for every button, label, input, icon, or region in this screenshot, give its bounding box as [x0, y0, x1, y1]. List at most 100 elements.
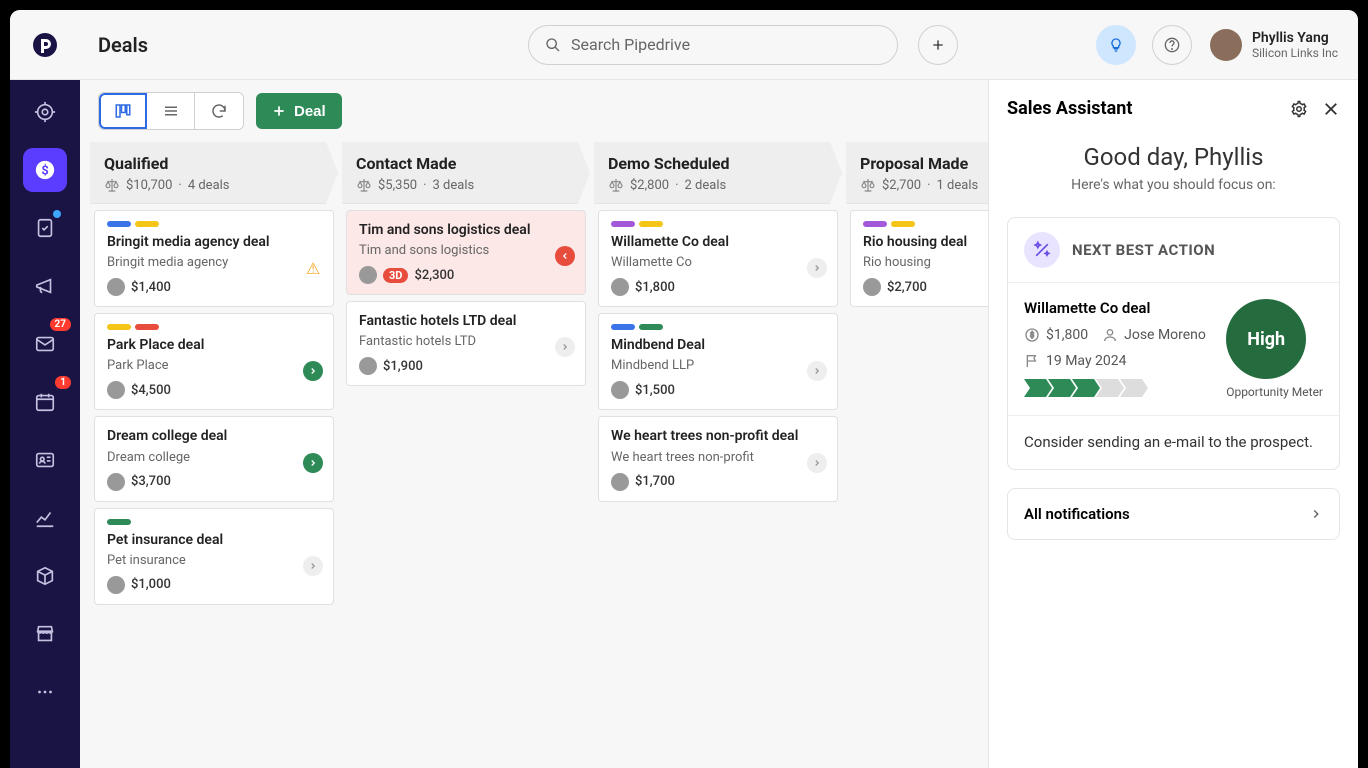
owner-avatar [107, 381, 125, 399]
refresh-icon [210, 102, 228, 120]
money-icon: $ [1024, 327, 1040, 343]
nav-contacts[interactable] [23, 438, 67, 482]
deal-title: Mindbend Deal [611, 336, 825, 354]
deal-card[interactable]: Tim and sons logistics deal Tim and sons… [346, 210, 586, 295]
deal-title: We heart trees non-profit deal [611, 427, 825, 445]
column-count: 2 deals [685, 178, 727, 193]
nba-date: 19 May 2024 [1046, 353, 1127, 369]
target-icon [34, 101, 56, 123]
deal-card[interactable]: Pet insurance deal Pet insurance $1,000 [94, 508, 334, 605]
deal-org: Fantastic hotels LTD [359, 334, 573, 349]
deal-org: Mindbend LLP [611, 358, 825, 373]
sidebar: $ 27 1 [10, 80, 80, 768]
deal-card[interactable]: Fantastic hotels LTD deal Fantastic hote… [346, 301, 586, 386]
owner-avatar [359, 266, 377, 284]
view-list[interactable] [147, 93, 195, 129]
deal-value: $1,800 [635, 280, 675, 295]
column-total: $10,700 [126, 178, 172, 193]
settings-icon[interactable] [1290, 100, 1308, 118]
column-title: Qualified [104, 154, 324, 173]
user-name: Phyllis Yang [1252, 30, 1338, 46]
nav-more[interactable] [23, 670, 67, 714]
column-count: 1 deals [937, 178, 979, 193]
person-icon [1102, 327, 1118, 343]
forward-icon [303, 556, 323, 576]
kanban-icon [114, 102, 132, 120]
deal-card[interactable]: We heart trees non-profit deal We heart … [598, 416, 838, 501]
column-count: 4 deals [188, 178, 230, 193]
deal-tag [135, 324, 159, 330]
pipeline-column: Contact Made $5,350 · 3 deals Tim and so… [342, 142, 590, 768]
view-forecast[interactable] [195, 93, 243, 129]
all-notifications-label: All notifications [1024, 505, 1130, 523]
forward-icon [303, 453, 323, 473]
column-total: $2,800 [630, 178, 669, 193]
calendar-icon [34, 391, 56, 413]
all-notifications-button[interactable]: All notifications [1007, 488, 1340, 540]
nav-marketplace[interactable] [23, 612, 67, 656]
nba-label: NEXT BEST ACTION [1072, 241, 1215, 259]
nav-mail[interactable]: 27 [23, 322, 67, 366]
column-total: $2,700 [882, 178, 921, 193]
search-input[interactable]: Search Pipedrive [528, 25, 898, 65]
deal-title: Pet insurance deal [107, 531, 321, 549]
deal-tag [863, 221, 887, 227]
deal-title: Willamette Co deal [611, 233, 825, 251]
deal-org: Dream college [107, 450, 321, 465]
nba-deal-name: Willamette Co deal [1024, 299, 1214, 317]
view-pipeline[interactable] [99, 93, 147, 129]
assistant-panel: Sales Assistant Good day, Phyllis Here's… [988, 80, 1358, 768]
deal-card[interactable]: Mindbend Deal Mindbend LLP $1,500 [598, 313, 838, 410]
column-total: $5,350 [378, 178, 417, 193]
add-deal-button[interactable]: Deal [256, 93, 342, 129]
greeting-sub: Here's what you should focus on: [1007, 177, 1340, 193]
nav-insights[interactable] [23, 496, 67, 540]
pipeline-column: Qualified $10,700 · 4 deals Bringit medi… [90, 142, 338, 768]
deal-tag [611, 221, 635, 227]
nba-owner: Jose Moreno [1124, 327, 1206, 343]
assistant-button[interactable] [1096, 25, 1136, 65]
wand-icon [1024, 232, 1060, 268]
deal-org: We heart trees non-profit [611, 450, 825, 465]
bulb-icon [1108, 37, 1124, 53]
deal-card[interactable]: Dream college deal Dream college $3,700 [94, 416, 334, 501]
deal-card[interactable]: Park Place deal Park Place $4,500 [94, 313, 334, 410]
nav-activities[interactable]: 1 [23, 380, 67, 424]
nav-leads[interactable] [23, 90, 67, 134]
forward-icon [555, 337, 575, 357]
nav-products[interactable] [23, 554, 67, 598]
nav-deals[interactable]: $ [23, 148, 67, 192]
deal-tag [639, 324, 663, 330]
help-button[interactable] [1152, 25, 1192, 65]
deal-tag [107, 519, 131, 525]
owner-avatar [107, 278, 125, 296]
deal-value: $1,900 [383, 359, 423, 374]
close-icon[interactable] [1322, 100, 1340, 118]
deal-value: $3,700 [131, 474, 171, 489]
column-count: 3 deals [433, 178, 475, 193]
greeting: Good day, Phyllis [1007, 143, 1340, 171]
mail-badge: 27 [50, 318, 71, 331]
page-title: Deals [98, 33, 148, 57]
column-title: Contact Made [356, 154, 576, 173]
deal-card[interactable]: Bringit media agency deal Bringit media … [94, 210, 334, 307]
deal-value: $1,700 [635, 474, 675, 489]
nav-campaigns[interactable] [23, 264, 67, 308]
add-button[interactable] [918, 25, 958, 65]
plus-icon [930, 37, 946, 53]
deal-tag [107, 324, 131, 330]
deal-title: Dream college deal [107, 427, 321, 445]
user-avatar [1210, 29, 1242, 61]
svg-text:$: $ [1030, 331, 1034, 340]
flag-icon [1024, 353, 1040, 369]
user-menu[interactable]: Phyllis Yang Silicon Links Inc [1210, 29, 1338, 61]
deal-value: $1,000 [131, 577, 171, 592]
forward-icon [303, 361, 323, 381]
deal-card[interactable]: Willamette Co deal Willamette Co $1,800 [598, 210, 838, 307]
deal-title: Park Place deal [107, 336, 321, 354]
nav-projects[interactable] [23, 206, 67, 250]
chevron-right-icon [1309, 507, 1323, 521]
plus-icon [272, 104, 286, 118]
stage-progress [1024, 379, 1214, 397]
deal-org: Bringit media agency [107, 255, 321, 270]
